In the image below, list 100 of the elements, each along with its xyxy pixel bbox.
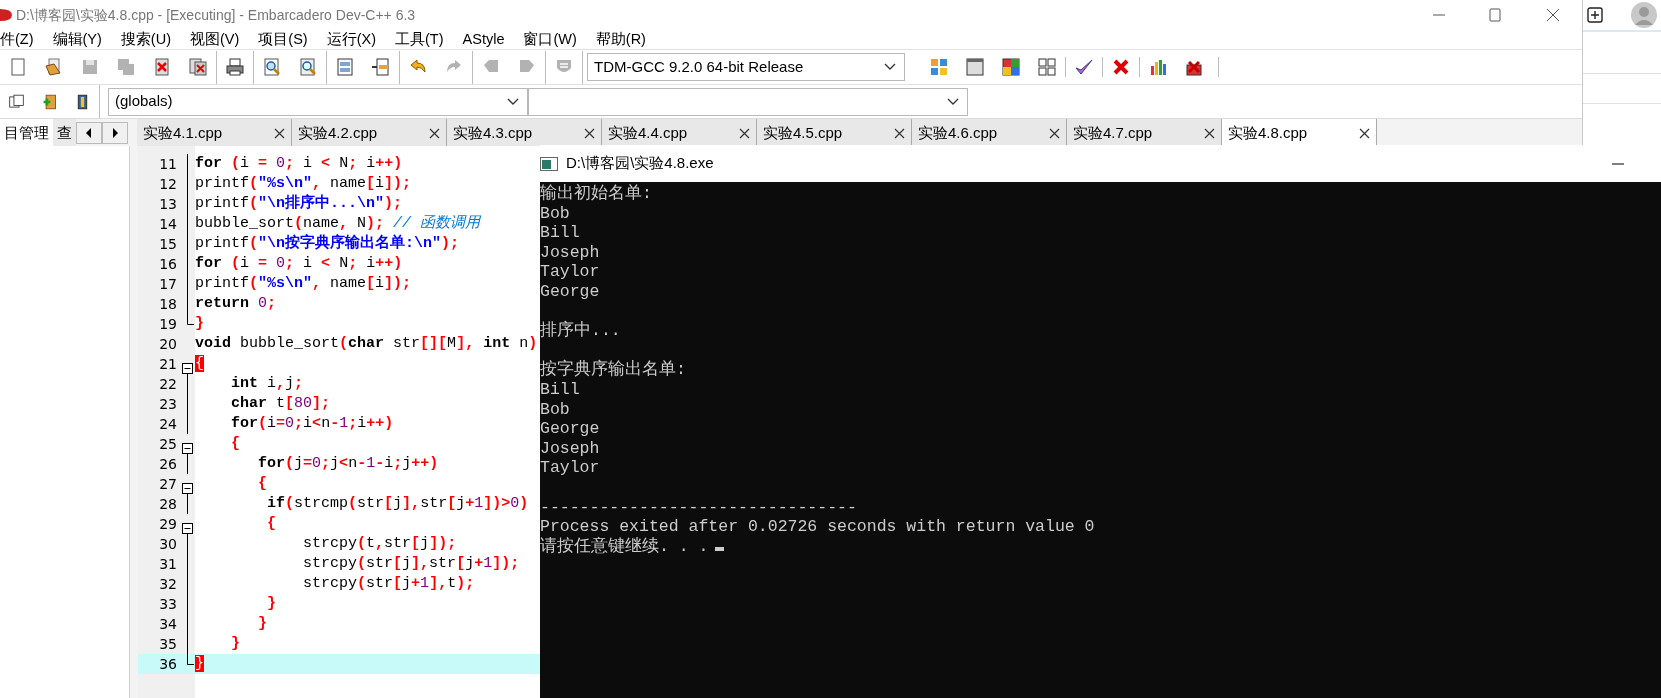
menu-item[interactable]: 编辑(Y) (52, 30, 110, 49)
code-line: strcpy(str[j],str[j+1]); (302, 554, 520, 574)
scroll-right-button[interactable] (102, 121, 128, 144)
console-output-line: Process exited after 0.02726 seconds with return value 0 (540, 517, 1095, 537)
console-output-line: 排序中... (540, 319, 621, 341)
line-number: 31 (158, 555, 178, 574)
close-icon[interactable] (274, 127, 285, 139)
line-number: 17 (158, 275, 178, 294)
line-number: 24 (158, 415, 178, 434)
indent-icon[interactable] (371, 57, 391, 77)
line-number: 32 (158, 575, 178, 594)
avatar-icon[interactable] (1631, 2, 1657, 28)
file-tab[interactable]: 实验4.6.cpp (912, 119, 1067, 147)
code-line: for (i = 0; i < N; i++) (195, 154, 403, 174)
code-line: int i,j; (230, 374, 304, 394)
code-line: } (195, 314, 204, 334)
close-icon[interactable] (739, 127, 750, 139)
close-icon[interactable] (1049, 127, 1060, 139)
close-icon[interactable] (1204, 127, 1215, 139)
file-tab[interactable]: 实验4.1.cpp (137, 119, 292, 147)
console-output-line: Bob (540, 203, 570, 224)
code-line: void bubble_sort(char str[][M], int n) (195, 334, 538, 354)
file-tab[interactable]: 实验4.8.cpp (1222, 119, 1377, 147)
code-line: printf("\n排序中...\n"); (195, 194, 403, 214)
code-line: strcpy(str[j+1],t); (302, 574, 475, 594)
palette-icon[interactable] (1001, 57, 1021, 77)
line-number: 18 (158, 295, 178, 314)
console-output-line: 输出初始名单: (540, 184, 652, 204)
compiler-dropdown[interactable]: TDM-GCC 9.2.0 64-bit Release (587, 53, 905, 81)
code-line: if(strcmp(str[j],str[j+1])>0) (266, 494, 529, 514)
x-icon[interactable] (1111, 57, 1131, 77)
code-line: printf("%s\n", name[i]); (195, 174, 412, 194)
magnifier-page-icon[interactable] (262, 57, 282, 77)
close-icon[interactable] (1544, 6, 1562, 24)
window-icon[interactable] (965, 57, 985, 77)
close-icon[interactable] (429, 127, 440, 139)
code-line: bubble_sort(name, N); // 函数调用 (195, 214, 481, 234)
scroll-left-button[interactable] (76, 121, 102, 144)
fold-minus-icon[interactable] (182, 362, 193, 374)
checkmark-icon[interactable] (1074, 57, 1094, 77)
console-output-line: Joseph (540, 438, 600, 459)
fold-minus-icon[interactable] (182, 522, 193, 534)
line-number: 33 (158, 595, 178, 614)
close-icon[interactable] (1359, 127, 1370, 139)
code-line: } (266, 594, 276, 614)
add-window-icon[interactable] (1587, 7, 1603, 23)
menu-item[interactable]: 件(Z) (0, 30, 42, 49)
tiles-icon[interactable] (929, 57, 949, 77)
code-line: for (i = 0; i < N; i++) (195, 254, 403, 274)
grid-icon[interactable] (1037, 57, 1057, 77)
pages-x-icon[interactable] (188, 57, 208, 77)
file-tab[interactable]: 实验4.4.cpp (602, 119, 757, 147)
console-output-line: Bill (540, 379, 580, 400)
console-title: D:\博客园\实验4.8.exe (566, 153, 714, 174)
line-number: 15 (158, 235, 178, 254)
bar-chart-icon[interactable] (1148, 57, 1168, 77)
line-number: 34 (158, 615, 178, 634)
line-number: 26 (158, 455, 178, 474)
menu-item[interactable]: 运行(X) (326, 30, 385, 49)
code-line: } (230, 634, 240, 654)
code-line: char t[80]; (230, 394, 331, 414)
folder-page-icon[interactable] (44, 57, 64, 77)
close-icon[interactable] (584, 127, 595, 139)
line-number: 27 (158, 475, 178, 494)
console-output-line: George (540, 281, 600, 302)
file-tab[interactable]: 实验4.5.cpp (757, 119, 912, 147)
code-line: printf("\n按字典序输出名单:\n"); (195, 234, 460, 254)
menu-item[interactable]: 工具(T) (395, 30, 452, 49)
fold-minus-icon[interactable] (182, 482, 193, 494)
fold-minus-icon[interactable] (182, 442, 193, 454)
file-tab[interactable]: 实验4.2.cpp (292, 119, 447, 147)
console-output-line: Joseph (540, 242, 600, 263)
magnifier-page-icon[interactable] (298, 57, 318, 77)
menu-item[interactable]: 帮助(R) (595, 30, 654, 49)
line-number: 29 (158, 515, 178, 534)
list-icon[interactable] (335, 57, 355, 77)
menu-item[interactable]: 搜索(U) (120, 30, 179, 49)
menu-item[interactable]: 项目(S) (258, 30, 316, 49)
printer-icon[interactable] (225, 57, 245, 77)
line-number: 16 (158, 255, 178, 274)
console-output-line: Bob (540, 399, 570, 420)
menu-item[interactable]: 视图(V) (190, 30, 248, 49)
file-tab[interactable]: 实验4.3.cpp (447, 119, 602, 147)
line-number: 36 (158, 655, 178, 674)
console-output-line: 按字典序输出名单: (540, 358, 686, 380)
code-line: for(j=0;j<n-1-i;j++) (257, 454, 439, 474)
line-number: 30 (158, 535, 178, 554)
page-x-icon[interactable] (152, 57, 172, 77)
file-tab[interactable]: 实验4.7.cpp (1067, 119, 1222, 147)
line-number: 19 (158, 315, 178, 334)
menu-item[interactable]: 窗口(W) (523, 30, 585, 49)
panel-tab[interactable]: 目管理 (0, 119, 53, 146)
close-icon[interactable] (894, 127, 905, 139)
console-output-line: Taylor (540, 262, 600, 282)
console-output-line: George (540, 419, 600, 439)
line-number: 11 (158, 155, 178, 174)
scope-dropdown[interactable]: (globals) (108, 87, 528, 116)
menu-item[interactable]: AStyle (462, 30, 513, 49)
panel-tab[interactable]: 查 (53, 119, 76, 146)
window-title: D:\博客园\实验4.8.cpp - [Executing] - Embarcadero Dev-C++ 6.3 (16, 5, 416, 25)
